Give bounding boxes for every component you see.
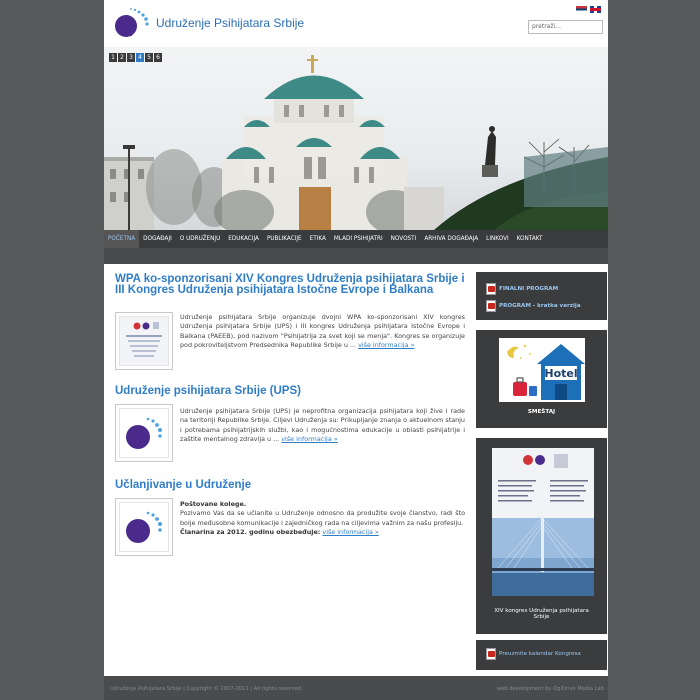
article-thumbnail[interactable]: [115, 404, 173, 462]
accommodation-caption[interactable]: SMEŠTAJ: [476, 409, 607, 415]
calendar-box: Preuzmite kalendar Kongresa: [476, 640, 607, 670]
hotel-image[interactable]: Hotel: [499, 338, 585, 402]
slider-pagination: 1 2 3 4 5 6: [109, 53, 162, 62]
read-more-link[interactable]: više informacija »: [322, 528, 378, 536]
developer-credit[interactable]: web development by OgiDrive Media Lab: [497, 686, 604, 692]
nav-item-linkovi[interactable]: LINKOVI: [482, 230, 512, 248]
nav-item-arhiva-dogadjaja[interactable]: ARHIVA DOGAĐAJA: [420, 230, 482, 248]
slide-number-1[interactable]: 1: [109, 53, 117, 62]
read-more-link[interactable]: više informacija »: [281, 435, 337, 443]
article-excerpt: Udruženje psihijatara Srbije (UPS) je ne…: [180, 407, 465, 444]
language-switcher: [576, 6, 601, 13]
pdf-icon: [486, 300, 496, 312]
site-title[interactable]: Udruženje Psihijatara Srbije: [156, 16, 304, 30]
congress-poster-thumbnail: [119, 316, 169, 366]
nav-item-etika[interactable]: ETIKA: [306, 230, 330, 248]
slide-number-2[interactable]: 2: [118, 53, 126, 62]
nav-item-mladi-psihijatri[interactable]: MLADI PSIHIJATRI: [330, 230, 387, 248]
pdf-icon: [486, 283, 496, 295]
nav-item-dogadjaji[interactable]: DOGAĐAJI: [139, 230, 176, 248]
main-nav: POČETNA DOGAĐAJI O UDRUŽENJU EDUKACIJA P…: [104, 230, 608, 248]
english-flag-icon[interactable]: [590, 6, 601, 13]
nav-item-publikacije[interactable]: PUBLIKACIJE: [263, 230, 306, 248]
serbian-flag-icon[interactable]: [576, 6, 587, 13]
accommodation-box: Hotel SMEŠTAJ: [476, 330, 607, 428]
main-content: WPA ko-sponzorisani XIV Kongres Udruženj…: [104, 264, 472, 676]
logo-icon: [126, 417, 162, 449]
hotel-icon: Hotel: [499, 338, 585, 402]
slide-number-6[interactable]: 6: [154, 53, 162, 62]
article-ups: Udruženje psihijatara Srbije (UPS) Udruž…: [115, 385, 470, 476]
read-more-link[interactable]: više informacija »: [358, 341, 414, 349]
footer: Udruženje Psihijatara Srbije | Copyright…: [104, 676, 608, 700]
slide-number-3[interactable]: 3: [127, 53, 135, 62]
slide-number-5[interactable]: 5: [145, 53, 153, 62]
article-wpa-congress: WPA ko-sponzorisani XIV Kongres Udruženj…: [115, 273, 470, 384]
calendar-download-link[interactable]: Preuzmite kalendar Kongresa: [486, 648, 581, 660]
hero-slider: 1 2 3 4 5 6: [104, 47, 608, 230]
hotel-sign-text: Hotel: [544, 367, 577, 380]
congress-poster-box: XIV kongres Udruženja psihijatara Srbije: [476, 438, 607, 634]
slide-number-4[interactable]: 4: [136, 53, 144, 62]
logo-icon[interactable]: [112, 6, 154, 40]
page: Udruženje Psihijatara Srbije pretraži...…: [104, 0, 608, 700]
article-title[interactable]: Učlanjivanje u Udruženje: [115, 479, 470, 491]
bridge-poster-icon: [492, 448, 594, 596]
program-box: FINALNI PROGRAM PROGRAM - kratka verzija: [476, 272, 607, 320]
congress-poster-image[interactable]: [492, 448, 594, 596]
nav-item-pocetna[interactable]: POČETNA: [104, 230, 140, 248]
article-excerpt: Udruženje psihijatara Srbije organizuje …: [180, 313, 465, 350]
article-title[interactable]: Udruženje psihijatara Srbije (UPS): [115, 385, 470, 397]
article-title[interactable]: WPA ko-sponzorisani XIV Kongres Udruženj…: [115, 273, 470, 296]
article-thumbnail[interactable]: [115, 312, 173, 370]
congress-logo-icon: [120, 317, 168, 365]
search-input[interactable]: pretraži...: [528, 20, 603, 34]
sidebar: FINALNI PROGRAM PROGRAM - kratka verzija…: [472, 264, 608, 676]
nav-item-kontakt[interactable]: KONTAKT: [513, 230, 547, 248]
nav-item-edukacija[interactable]: EDUKACIJA: [224, 230, 263, 248]
ups-logo-thumbnail: [119, 408, 169, 458]
article-excerpt: Poštovane kolege. Pozivamo Vas da se učla…: [180, 500, 465, 537]
nav-item-novosti[interactable]: NOVOSTI: [387, 230, 421, 248]
nav-item-o-udruzenju[interactable]: O UDRUŽENJU: [176, 230, 224, 248]
congress-poster-caption[interactable]: XIV kongres Udruženja psihijatara Srbije: [476, 608, 607, 620]
copyright-text: Udruženje Psihijatara Srbije | Copyright…: [110, 686, 302, 692]
article-thumbnail[interactable]: [115, 498, 173, 556]
nav-shadow-stripe: [104, 248, 608, 264]
pdf-icon: [486, 648, 496, 660]
final-program-link[interactable]: FINALNI PROGRAM: [486, 283, 558, 295]
logo-icon: [126, 511, 162, 543]
article-membership: Učlanjivanje u Udruženje Poštovane koleg…: [115, 479, 470, 570]
ups-logo-thumbnail: [119, 502, 169, 552]
header: Udruženje Psihijatara Srbije pretraži...: [104, 0, 608, 47]
cathedral-photo: [104, 55, 608, 230]
short-program-link[interactable]: PROGRAM - kratka verzija: [486, 300, 581, 312]
